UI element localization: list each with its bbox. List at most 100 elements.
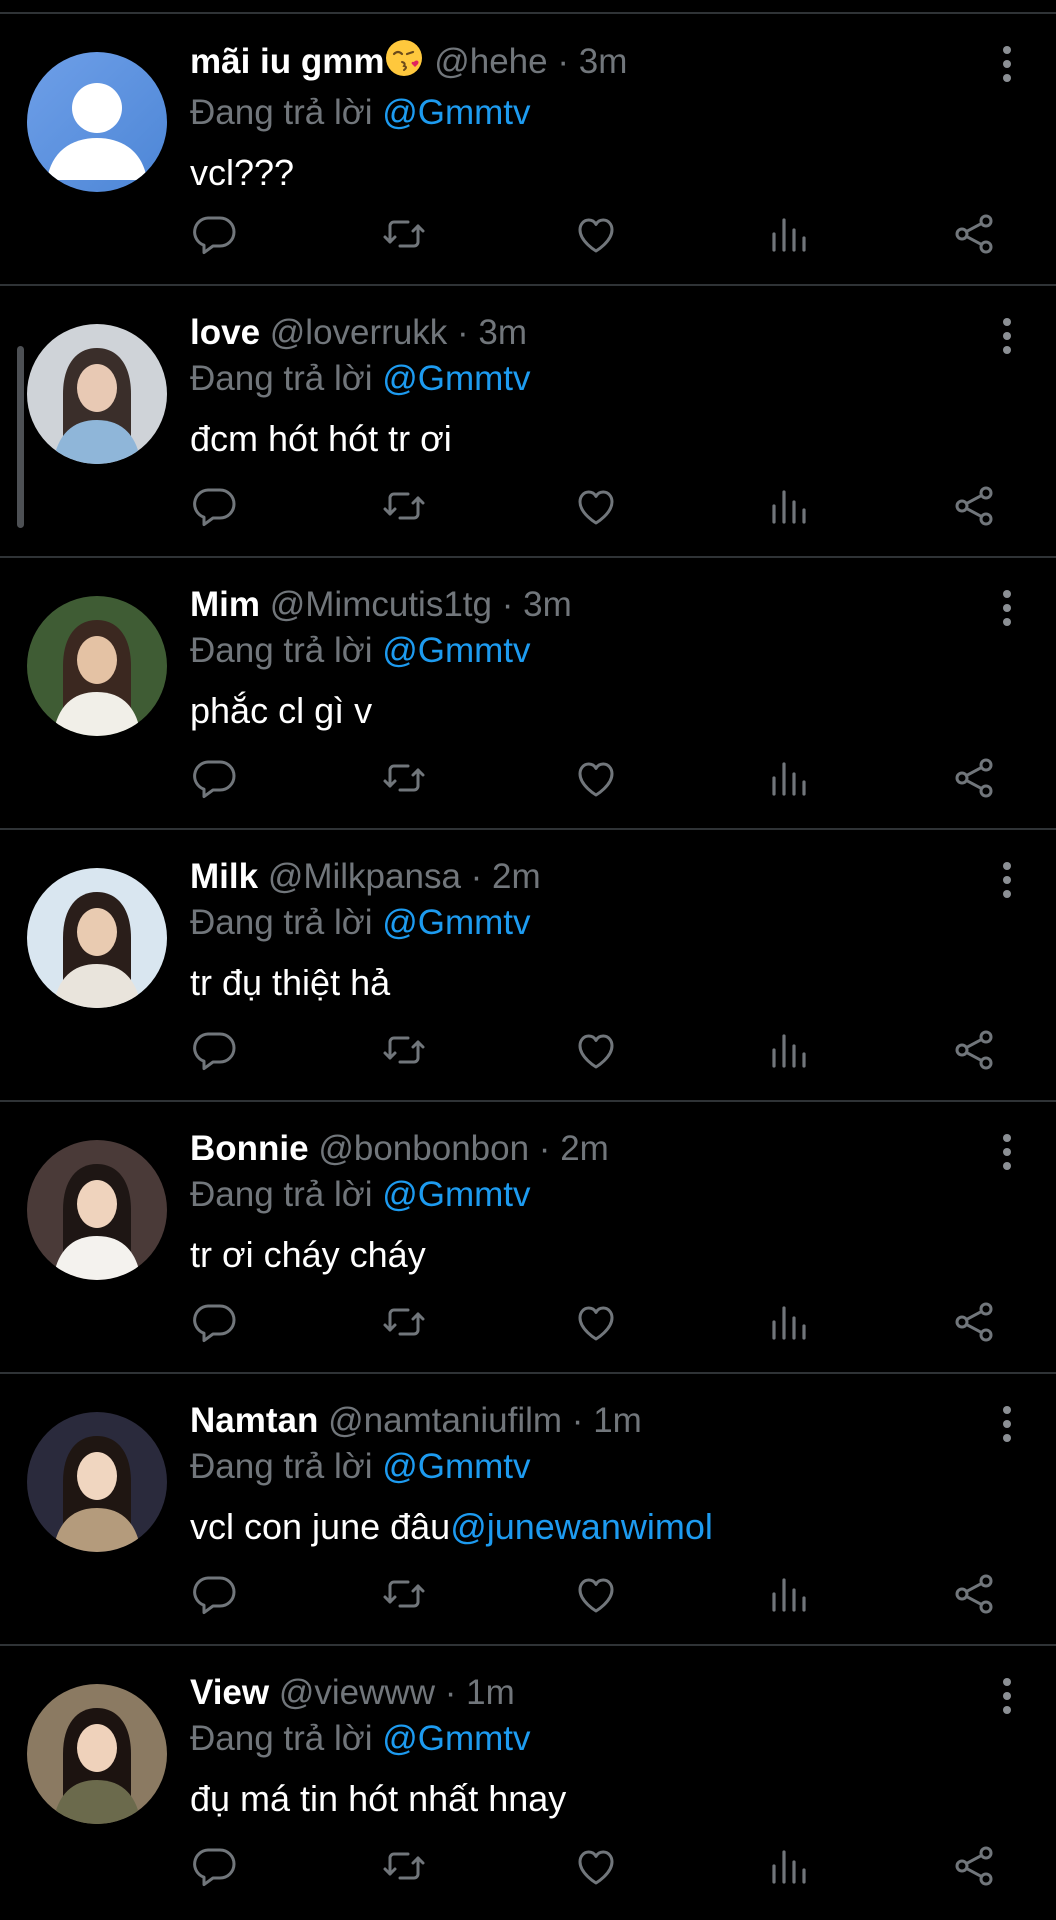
share-icon[interactable] (950, 1570, 998, 1618)
like-icon[interactable] (572, 210, 620, 258)
user-handle[interactable]: @bonbonbon (318, 1129, 529, 1168)
user-handle[interactable]: @Mimcutis1tg (270, 585, 492, 624)
display-name[interactable]: View (190, 1673, 269, 1712)
avatar[interactable] (27, 1684, 167, 1824)
more-options-icon[interactable] (998, 588, 1016, 628)
timestamp: 2m (560, 1129, 609, 1168)
reply-content: mãi iu gmm @hehe · 3m Đang trả lời @Gmmt… (190, 38, 996, 196)
views-icon[interactable] (764, 1842, 812, 1890)
user-handle[interactable]: @viewww (279, 1673, 435, 1712)
reply-item[interactable]: Bonnie @bonbonbon · 2m Đang trả lời @Gmm… (0, 1102, 1056, 1374)
more-options-icon[interactable] (998, 1404, 1016, 1444)
like-icon[interactable] (572, 482, 620, 530)
views-icon[interactable] (764, 754, 812, 802)
display-name[interactable]: love (190, 313, 260, 352)
replying-to-mention[interactable]: @Gmmtv (382, 93, 530, 132)
reply-content: View @viewww · 1m Đang trả lời @Gmmtv đụ… (190, 1670, 996, 1822)
reply-icon[interactable] (190, 1570, 238, 1618)
reply-item[interactable]: View @viewww · 1m Đang trả lời @Gmmtv đụ… (0, 1646, 1056, 1918)
replying-to-mention[interactable]: @Gmmtv (382, 903, 530, 942)
retweet-icon[interactable] (380, 1570, 428, 1618)
replying-to-label: Đang trả lời (190, 1719, 373, 1758)
replying-to-mention[interactable]: @Gmmtv (382, 1175, 530, 1214)
share-icon[interactable] (950, 210, 998, 258)
replying-to-mention[interactable]: @Gmmtv (382, 359, 530, 398)
retweet-icon[interactable] (380, 754, 428, 802)
retweet-icon[interactable] (380, 210, 428, 258)
user-handle[interactable]: @namtaniufilm (328, 1401, 562, 1440)
like-icon[interactable] (572, 1026, 620, 1074)
more-options-icon[interactable] (998, 1676, 1016, 1716)
more-options-icon[interactable] (998, 44, 1016, 84)
replying-to-label: Đang trả lời (190, 1447, 373, 1486)
replying-to: Đang trả lời @Gmmtv (190, 1172, 996, 1218)
avatar[interactable] (27, 868, 167, 1008)
avatar[interactable] (27, 324, 167, 464)
replying-to-mention[interactable]: @Gmmtv (382, 631, 530, 670)
replying-to-label: Đang trả lời (190, 631, 373, 670)
reply-text-body: tr đụ thiệt hả (190, 962, 391, 1003)
display-name[interactable]: Mim (190, 585, 260, 624)
share-icon[interactable] (950, 1298, 998, 1346)
replying-to-mention[interactable]: @Gmmtv (382, 1447, 530, 1486)
display-name[interactable]: Milk (190, 857, 258, 896)
reply-icon[interactable] (190, 210, 238, 258)
reply-icon[interactable] (190, 1842, 238, 1890)
replying-to-label: Đang trả lời (190, 359, 373, 398)
reply-item[interactable]: mãi iu gmm @hehe · 3m Đang trả lời @Gmmt… (0, 14, 1056, 286)
user-handle[interactable]: @loverrukk (270, 313, 448, 352)
reply-header: View @viewww · 1m (190, 1670, 996, 1716)
views-icon[interactable] (764, 1298, 812, 1346)
avatar[interactable] (27, 596, 167, 736)
like-icon[interactable] (572, 1298, 620, 1346)
like-icon[interactable] (572, 1570, 620, 1618)
reply-text: phắc cl gì v (190, 688, 996, 734)
reply-item[interactable]: Milk @Milkpansa · 2m Đang trả lời @Gmmtv… (0, 830, 1056, 1102)
retweet-icon[interactable] (380, 1842, 428, 1890)
retweet-icon[interactable] (380, 1026, 428, 1074)
replying-to-mention[interactable]: @Gmmtv (382, 1719, 530, 1758)
user-handle[interactable]: @hehe (434, 42, 547, 81)
separator-dot: · (457, 313, 469, 352)
share-icon[interactable] (950, 482, 998, 530)
avatar[interactable] (27, 1140, 167, 1280)
reply-icon[interactable] (190, 482, 238, 530)
reply-item[interactable]: Mim @Mimcutis1tg · 3m Đang trả lời @Gmmt… (0, 558, 1056, 830)
timestamp: 3m (578, 42, 628, 81)
reply-icon[interactable] (190, 1026, 238, 1074)
reply-content: Namtan @namtaniufilm · 1m Đang trả lời @… (190, 1398, 996, 1550)
display-name[interactable]: Bonnie (190, 1129, 309, 1168)
share-icon[interactable] (950, 754, 998, 802)
reply-text-body: phắc cl gì v (190, 690, 373, 731)
reply-text-body: đụ má tin hót nhất hnay (190, 1778, 567, 1819)
reply-item[interactable]: love @loverrukk · 3m Đang trả lời @Gmmtv… (0, 286, 1056, 558)
views-icon[interactable] (764, 482, 812, 530)
display-name[interactable]: mãi iu gmm (190, 42, 384, 81)
reply-text-body: vcl con june đâu (190, 1506, 451, 1547)
avatar[interactable] (27, 52, 167, 192)
retweet-icon[interactable] (380, 482, 428, 530)
share-icon[interactable] (950, 1026, 998, 1074)
reply-text: vcl con june đâu@junewanwimol (190, 1504, 996, 1550)
views-icon[interactable] (764, 210, 812, 258)
replying-to: Đang trả lời @Gmmtv (190, 900, 996, 946)
action-bar (190, 754, 1012, 804)
reply-icon[interactable] (190, 1298, 238, 1346)
action-bar (190, 1298, 1012, 1348)
retweet-icon[interactable] (380, 1298, 428, 1346)
user-handle[interactable]: @Milkpansa (268, 857, 461, 896)
timestamp: 1m (466, 1673, 515, 1712)
avatar[interactable] (27, 1412, 167, 1552)
reply-item[interactable]: Namtan @namtaniufilm · 1m Đang trả lời @… (0, 1374, 1056, 1646)
views-icon[interactable] (764, 1026, 812, 1074)
reply-icon[interactable] (190, 754, 238, 802)
display-name[interactable]: Namtan (190, 1401, 318, 1440)
views-icon[interactable] (764, 1570, 812, 1618)
more-options-icon[interactable] (998, 860, 1016, 900)
like-icon[interactable] (572, 1842, 620, 1890)
text-mention[interactable]: @junewanwimol (450, 1506, 713, 1547)
like-icon[interactable] (572, 754, 620, 802)
more-options-icon[interactable] (998, 1132, 1016, 1172)
more-options-icon[interactable] (998, 316, 1016, 356)
share-icon[interactable] (950, 1842, 998, 1890)
